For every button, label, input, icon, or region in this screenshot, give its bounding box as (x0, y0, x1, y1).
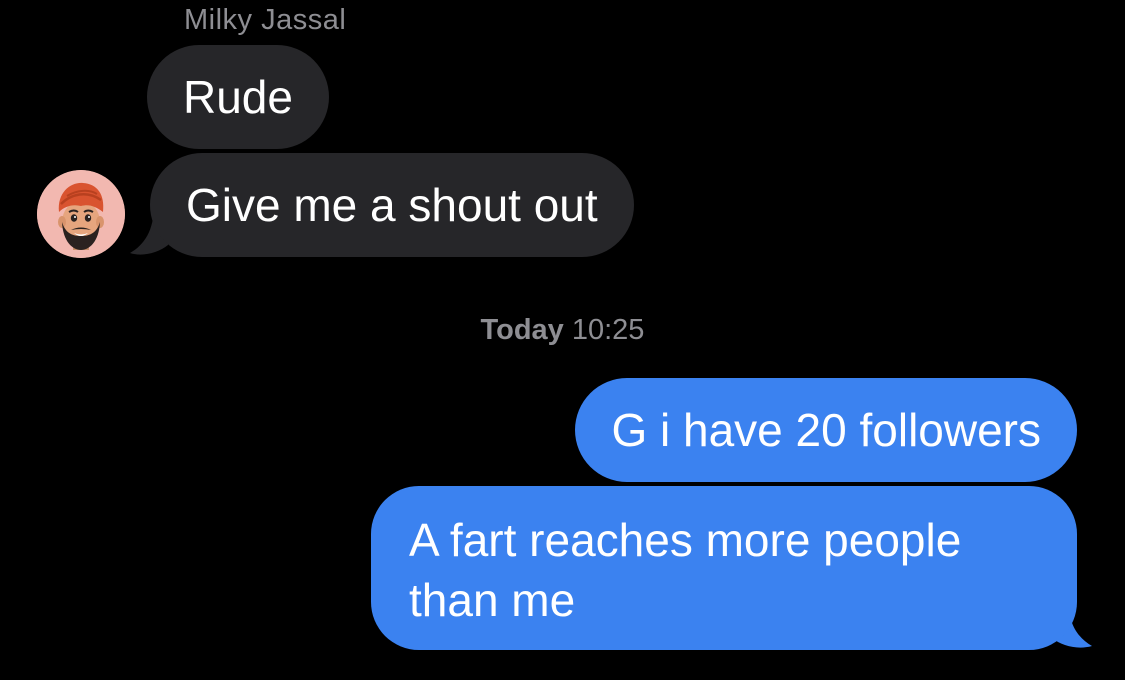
timestamp-day: Today (480, 314, 564, 346)
incoming-message-bubble[interactable]: Rude (147, 45, 329, 149)
outgoing-message-bubble[interactable]: G i have 20 followers (575, 378, 1077, 482)
memoji-avatar-icon (37, 170, 125, 258)
timestamp: Today 10:25 (0, 310, 1125, 350)
sender-name: Milky Jassal (184, 4, 347, 36)
timestamp-time: 10:25 (571, 314, 645, 346)
incoming-message-bubble[interactable]: Give me a shout out (150, 153, 634, 257)
outgoing-message-bubble[interactable]: A fart reaches more people than me (371, 486, 1077, 650)
contact-avatar[interactable] (37, 170, 125, 258)
